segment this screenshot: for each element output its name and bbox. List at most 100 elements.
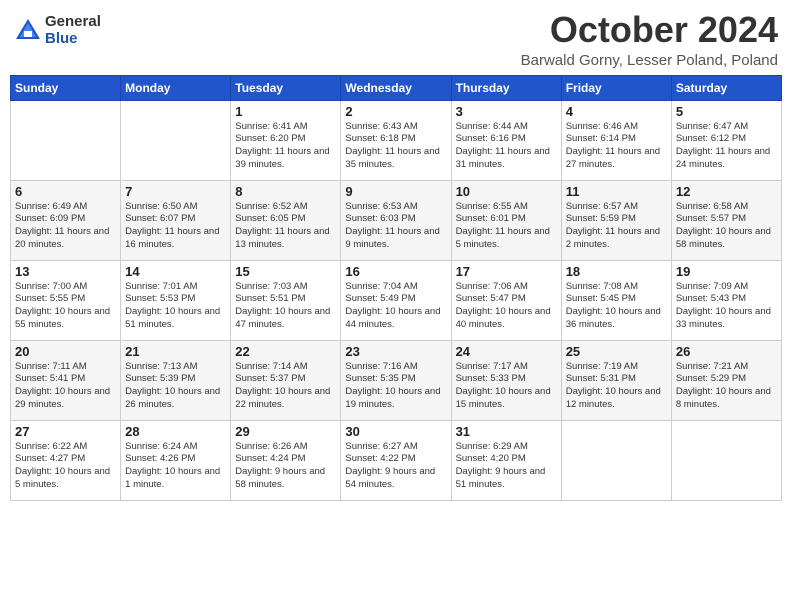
cell-content: Sunrise: 6:24 AM Sunset: 4:26 PM Dayligh…: [125, 441, 226, 492]
cell-content: Sunrise: 6:41 AM Sunset: 6:20 PM Dayligh…: [235, 121, 336, 172]
calendar-cell: 11 Sunrise: 6:57 AM Sunset: 5:59 PM Dayli…: [561, 180, 671, 260]
cell-content: Sunrise: 7:01 AM Sunset: 5:53 PM Dayligh…: [125, 281, 226, 332]
header-monday: Monday: [121, 75, 231, 100]
page-header: General Blue October 2024 Barwald Gorny,…: [10, 10, 782, 69]
cell-content: Sunrise: 6:58 AM Sunset: 5:57 PM Dayligh…: [676, 201, 777, 252]
calendar-cell: 15 Sunrise: 7:03 AM Sunset: 5:51 PM Dayli…: [231, 260, 341, 340]
cell-content: Sunrise: 7:21 AM Sunset: 5:29 PM Dayligh…: [676, 361, 777, 412]
cell-content: Sunrise: 7:09 AM Sunset: 5:43 PM Dayligh…: [676, 281, 777, 332]
cell-content: Sunrise: 7:03 AM Sunset: 5:51 PM Dayligh…: [235, 281, 336, 332]
week-row-1: 1 Sunrise: 6:41 AM Sunset: 6:20 PM Daylig…: [11, 100, 782, 180]
cell-content: Sunrise: 7:17 AM Sunset: 5:33 PM Dayligh…: [456, 361, 557, 412]
day-number: 28: [125, 424, 226, 439]
day-number: 13: [15, 264, 116, 279]
header-tuesday: Tuesday: [231, 75, 341, 100]
day-number: 16: [345, 264, 446, 279]
logo-blue-text: Blue: [45, 31, 101, 48]
cell-content: Sunrise: 7:04 AM Sunset: 5:49 PM Dayligh…: [345, 281, 446, 332]
day-number: 31: [456, 424, 557, 439]
cell-content: Sunrise: 6:47 AM Sunset: 6:12 PM Dayligh…: [676, 121, 777, 172]
cell-content: Sunrise: 6:26 AM Sunset: 4:24 PM Dayligh…: [235, 441, 336, 492]
cell-content: Sunrise: 7:00 AM Sunset: 5:55 PM Dayligh…: [15, 281, 116, 332]
calendar-cell: 5 Sunrise: 6:47 AM Sunset: 6:12 PM Daylig…: [671, 100, 781, 180]
cell-content: Sunrise: 6:43 AM Sunset: 6:18 PM Dayligh…: [345, 121, 446, 172]
cell-content: Sunrise: 6:52 AM Sunset: 6:05 PM Dayligh…: [235, 201, 336, 252]
day-number: 26: [676, 344, 777, 359]
day-number: 4: [566, 104, 667, 119]
day-number: 20: [15, 344, 116, 359]
calendar-cell: 17 Sunrise: 7:06 AM Sunset: 5:47 PM Dayli…: [451, 260, 561, 340]
calendar-cell: 7Sunrise: 6:50 AM Sunset: 6:07 PM Daylig…: [121, 180, 231, 260]
day-number: 18: [566, 264, 667, 279]
header-sunday: Sunday: [11, 75, 121, 100]
calendar-header-row: SundayMondayTuesdayWednesdayThursdayFrid…: [11, 75, 782, 100]
day-number: 1: [235, 104, 336, 119]
header-friday: Friday: [561, 75, 671, 100]
header-thursday: Thursday: [451, 75, 561, 100]
header-wednesday: Wednesday: [341, 75, 451, 100]
calendar-cell: 2Sunrise: 6:43 AM Sunset: 6:18 PM Daylig…: [341, 100, 451, 180]
location-title: Barwald Gorny, Lesser Poland, Poland: [521, 52, 778, 69]
calendar-cell: [561, 420, 671, 500]
day-number: 24: [456, 344, 557, 359]
calendar-cell: 18 Sunrise: 7:08 AM Sunset: 5:45 PM Dayli…: [561, 260, 671, 340]
calendar-cell: 19 Sunrise: 7:09 AM Sunset: 5:43 PM Dayli…: [671, 260, 781, 340]
cell-content: Sunrise: 7:14 AM Sunset: 5:37 PM Dayligh…: [235, 361, 336, 412]
cell-content: Sunrise: 7:08 AM Sunset: 5:45 PM Dayligh…: [566, 281, 667, 332]
day-number: 29: [235, 424, 336, 439]
calendar-table: SundayMondayTuesdayWednesdayThursdayFrid…: [10, 75, 782, 501]
day-number: 9: [345, 184, 446, 199]
cell-content: Sunrise: 6:27 AM Sunset: 4:22 PM Dayligh…: [345, 441, 446, 492]
calendar-cell: [11, 100, 121, 180]
calendar-cell: 25Sunrise: 7:19 AM Sunset: 5:31 PM Dayli…: [561, 340, 671, 420]
calendar-cell: 16 Sunrise: 7:04 AM Sunset: 5:49 PM Dayli…: [341, 260, 451, 340]
day-number: 7: [125, 184, 226, 199]
day-number: 15: [235, 264, 336, 279]
day-number: 5: [676, 104, 777, 119]
logo: General Blue: [14, 14, 101, 47]
day-number: 8: [235, 184, 336, 199]
logo-icon: [14, 17, 42, 45]
calendar-cell: 8 Sunrise: 6:52 AM Sunset: 6:05 PM Daylig…: [231, 180, 341, 260]
calendar-cell: 21Sunrise: 7:13 AM Sunset: 5:39 PM Dayli…: [121, 340, 231, 420]
calendar-cell: 26 Sunrise: 7:21 AM Sunset: 5:29 PM Dayli…: [671, 340, 781, 420]
header-saturday: Saturday: [671, 75, 781, 100]
calendar-cell: [671, 420, 781, 500]
cell-content: Sunrise: 7:06 AM Sunset: 5:47 PM Dayligh…: [456, 281, 557, 332]
calendar-cell: 29 Sunrise: 6:26 AM Sunset: 4:24 PM Dayli…: [231, 420, 341, 500]
cell-content: Sunrise: 6:29 AM Sunset: 4:20 PM Dayligh…: [456, 441, 557, 492]
day-number: 17: [456, 264, 557, 279]
cell-content: Sunrise: 7:16 AM Sunset: 5:35 PM Dayligh…: [345, 361, 446, 412]
cell-content: Sunrise: 6:57 AM Sunset: 5:59 PM Dayligh…: [566, 201, 667, 252]
week-row-4: 20Sunrise: 7:11 AM Sunset: 5:41 PM Dayli…: [11, 340, 782, 420]
week-row-2: 6Sunrise: 6:49 AM Sunset: 6:09 PM Daylig…: [11, 180, 782, 260]
month-title: October 2024: [521, 10, 778, 50]
calendar-cell: 28 Sunrise: 6:24 AM Sunset: 4:26 PM Dayli…: [121, 420, 231, 500]
day-number: 10: [456, 184, 557, 199]
title-block: October 2024 Barwald Gorny, Lesser Polan…: [521, 10, 778, 69]
calendar-cell: 13 Sunrise: 7:00 AM Sunset: 5:55 PM Dayli…: [11, 260, 121, 340]
day-number: 6: [15, 184, 116, 199]
day-number: 21: [125, 344, 226, 359]
day-number: 3: [456, 104, 557, 119]
day-number: 23: [345, 344, 446, 359]
day-number: 30: [345, 424, 446, 439]
calendar-cell: 27 Sunrise: 6:22 AM Sunset: 4:27 PM Dayli…: [11, 420, 121, 500]
cell-content: Sunrise: 7:19 AM Sunset: 5:31 PM Dayligh…: [566, 361, 667, 412]
day-number: 11: [566, 184, 667, 199]
day-number: 14: [125, 264, 226, 279]
day-number: 12: [676, 184, 777, 199]
calendar-cell: 6Sunrise: 6:49 AM Sunset: 6:09 PM Daylig…: [11, 180, 121, 260]
cell-content: Sunrise: 6:44 AM Sunset: 6:16 PM Dayligh…: [456, 121, 557, 172]
day-number: 19: [676, 264, 777, 279]
calendar-cell: 24 Sunrise: 7:17 AM Sunset: 5:33 PM Dayli…: [451, 340, 561, 420]
week-row-5: 27 Sunrise: 6:22 AM Sunset: 4:27 PM Dayli…: [11, 420, 782, 500]
calendar-cell: 10 Sunrise: 6:55 AM Sunset: 6:01 PM Dayli…: [451, 180, 561, 260]
cell-content: Sunrise: 6:22 AM Sunset: 4:27 PM Dayligh…: [15, 441, 116, 492]
calendar-cell: 23 Sunrise: 7:16 AM Sunset: 5:35 PM Dayli…: [341, 340, 451, 420]
cell-content: Sunrise: 6:55 AM Sunset: 6:01 PM Dayligh…: [456, 201, 557, 252]
calendar-cell: 31 Sunrise: 6:29 AM Sunset: 4:20 PM Dayli…: [451, 420, 561, 500]
calendar-cell: 9Sunrise: 6:53 AM Sunset: 6:03 PM Daylig…: [341, 180, 451, 260]
day-number: 27: [15, 424, 116, 439]
calendar-cell: [121, 100, 231, 180]
